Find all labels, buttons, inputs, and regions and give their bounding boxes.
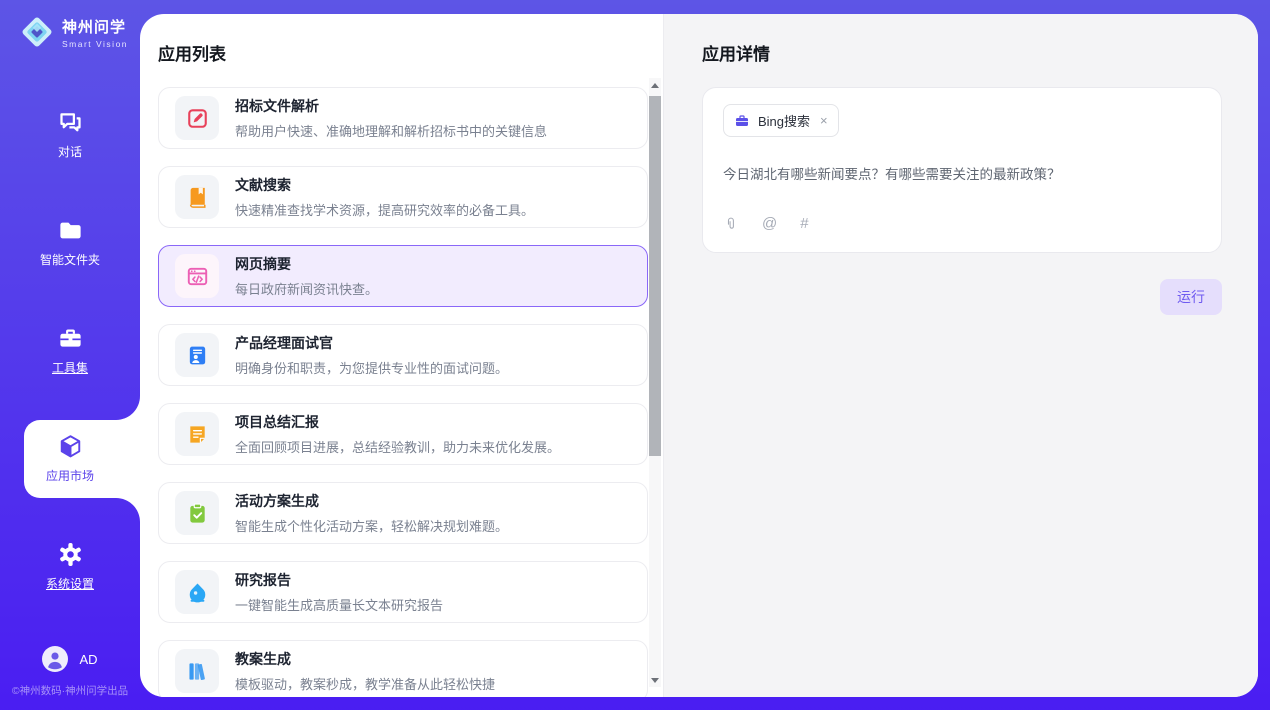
app-name: 活动方案生成	[235, 491, 508, 511]
sidebar-item-2[interactable]: 工具集	[0, 325, 140, 377]
mention-icon[interactable]: @	[762, 215, 777, 232]
ink-report-icon	[175, 570, 219, 614]
app-name: 网页摘要	[235, 254, 378, 274]
app-description: 帮助用户快速、准确地理解和解析招标书中的关键信息	[235, 121, 547, 140]
app-card-5[interactable]: 活动方案生成 智能生成个性化活动方案，轻松解决规划难题。	[158, 482, 648, 544]
gear-icon	[57, 541, 84, 568]
app-card-1[interactable]: 文献搜索 快速精准查找学术资源，提高研究效率的必备工具。	[158, 166, 648, 228]
brand-diamond-icon	[20, 15, 54, 49]
edit-doc-icon	[175, 96, 219, 140]
sidebar-nav: 对话 智能文件夹 工具集 应用市场 系统设置	[0, 109, 140, 593]
tool-tag-label: Bing搜索	[758, 111, 810, 130]
app-description: 全面回顾项目进展，总结经验教训，助力未来优化发展。	[235, 437, 560, 456]
prompt-card: Bing搜索 × 今日湖北有哪些新闻要点？有哪些需要关注的最新政策？ @ #	[702, 87, 1222, 253]
app-card-4[interactable]: 项目总结汇报 全面回顾项目进展，总结经验教训，助力未来优化发展。	[158, 403, 648, 465]
briefcase-icon	[734, 113, 750, 129]
folder-icon	[57, 217, 84, 244]
clipboard-check-icon	[175, 491, 219, 535]
book-icon	[175, 175, 219, 219]
content-shell: 应用列表 招标文件解析 帮助用户快速、准确地理解和解析招标书中的关键信息 文献搜…	[140, 14, 1258, 697]
app-name: 招标文件解析	[235, 96, 547, 116]
sidebar-item-0[interactable]: 对话	[0, 109, 140, 161]
app-detail-panel: 应用详情 Bing搜索 × 今日湖北有哪些新闻要点？有哪些需要关注的最新政策？ …	[663, 14, 1258, 697]
copyright-text: ©神州数码·神州问学出品	[0, 683, 140, 698]
tab-notch-bottom	[116, 498, 140, 522]
avatar-icon	[42, 646, 68, 672]
toolbox-icon	[57, 325, 84, 352]
hashtag-icon[interactable]: #	[800, 215, 808, 232]
run-button[interactable]: 运行	[1160, 279, 1222, 315]
app-card-6[interactable]: 研究报告 一键智能生成高质量长文本研究报告	[158, 561, 648, 623]
app-card-2[interactable]: 网页摘要 每日政府新闻资讯快查。	[158, 245, 648, 307]
user-initials: AD	[79, 652, 97, 667]
app-description: 每日政府新闻资讯快查。	[235, 279, 378, 298]
tool-tag-bing-search[interactable]: Bing搜索 ×	[723, 104, 839, 137]
scrollbar[interactable]	[649, 78, 661, 687]
books-icon	[175, 649, 219, 693]
scroll-thumb[interactable]	[649, 96, 661, 456]
app-description: 模板驱动，教案秒成，教学准备从此轻松快捷	[235, 674, 495, 693]
app-name: 产品经理面试官	[235, 333, 508, 353]
paperclip-icon[interactable]	[723, 216, 739, 232]
run-row: 运行	[702, 279, 1222, 315]
cube-icon	[57, 433, 84, 460]
chat-icon	[57, 109, 84, 136]
app-list: 招标文件解析 帮助用户快速、准确地理解和解析招标书中的关键信息 文献搜索 快速精…	[158, 87, 648, 697]
brand: 神州问学 Smart Vision	[0, 0, 140, 49]
sidebar-item-3[interactable]: 应用市场	[0, 433, 140, 485]
app-list-title: 应用列表	[158, 40, 663, 65]
sidebar-item-4[interactable]: 系统设置	[0, 541, 140, 593]
browser-code-icon	[175, 254, 219, 298]
scroll-up-arrow[interactable]	[649, 78, 661, 92]
scroll-down-arrow[interactable]	[649, 673, 661, 687]
app-description: 快速精准查找学术资源，提高研究效率的必备工具。	[235, 200, 534, 219]
app-name: 教案生成	[235, 649, 495, 669]
sidebar-item-1[interactable]: 智能文件夹	[0, 217, 140, 269]
sidebar: 神州问学 Smart Vision 对话 智能文件夹 工具集 应用市场 系统设置	[0, 0, 140, 710]
app-name: 项目总结汇报	[235, 412, 560, 432]
user-account[interactable]: AD	[0, 646, 140, 672]
tag-close-icon[interactable]: ×	[820, 113, 828, 128]
app-name: 文献搜索	[235, 175, 534, 195]
brand-name: 神州问学	[62, 16, 128, 37]
query-text: 今日湖北有哪些新闻要点？有哪些需要关注的最新政策？	[723, 163, 1201, 183]
attachment-toolbar: @ #	[723, 215, 1201, 232]
app-description: 一键智能生成高质量长文本研究报告	[235, 595, 443, 614]
app-description: 明确身份和职责，为您提供专业性的面试问题。	[235, 358, 508, 377]
tab-notch-top	[116, 396, 140, 420]
app-description: 智能生成个性化活动方案，轻松解决规划难题。	[235, 516, 508, 535]
brand-subtitle: Smart Vision	[62, 39, 128, 49]
app-name: 研究报告	[235, 570, 443, 590]
app-card-0[interactable]: 招标文件解析 帮助用户快速、准确地理解和解析招标书中的关键信息	[158, 87, 648, 149]
app-detail-title: 应用详情	[702, 40, 1222, 65]
person-doc-icon	[175, 333, 219, 377]
app-list-panel: 应用列表 招标文件解析 帮助用户快速、准确地理解和解析招标书中的关键信息 文献搜…	[140, 14, 663, 697]
app-card-3[interactable]: 产品经理面试官 明确身份和职责，为您提供专业性的面试问题。	[158, 324, 648, 386]
app-card-7[interactable]: 教案生成 模板驱动，教案秒成，教学准备从此轻松快捷	[158, 640, 648, 697]
note-icon	[175, 412, 219, 456]
